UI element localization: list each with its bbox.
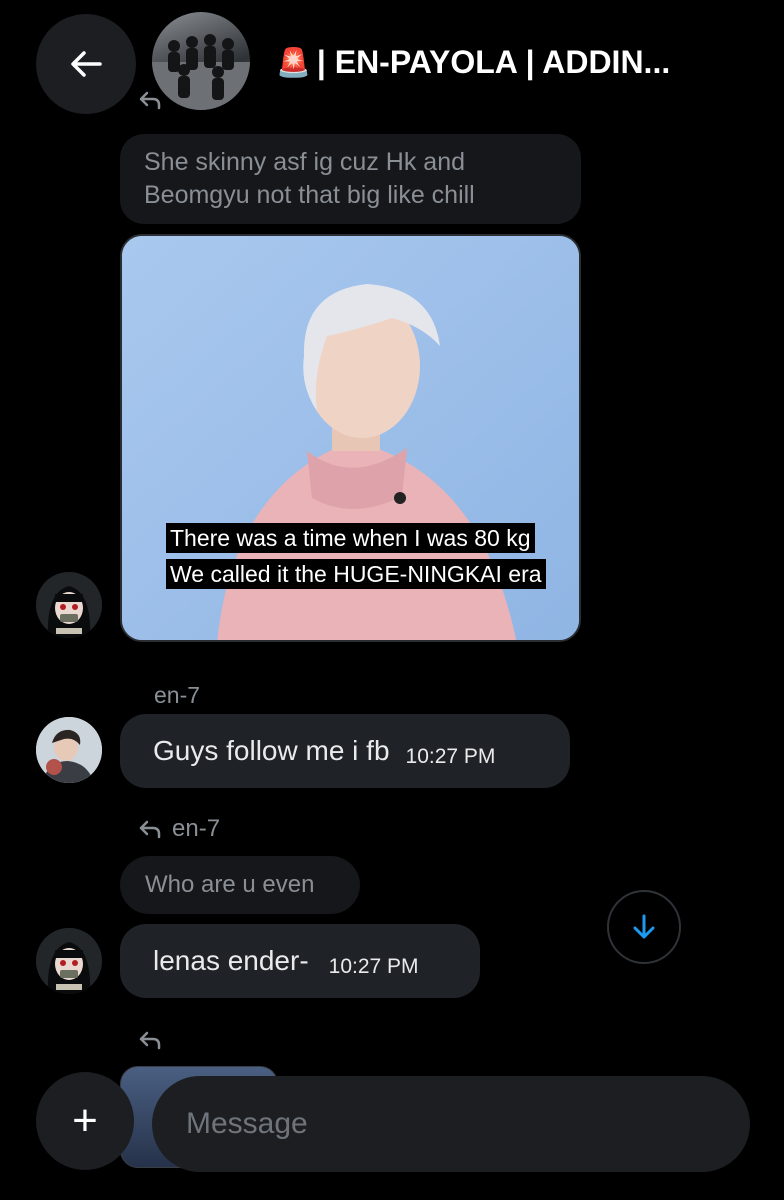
message-bubble[interactable]: Guys follow me i fb 10:27 PM xyxy=(120,714,570,788)
reply-indicator-bottom xyxy=(138,1030,162,1050)
reply-to-name: en-7 xyxy=(172,815,221,842)
reply-indicator-top xyxy=(138,90,162,110)
quoted-message-text: Who are u even xyxy=(145,871,315,898)
anime-avatar-icon xyxy=(36,928,102,994)
group-photo-icon xyxy=(152,34,250,110)
plus-icon: + xyxy=(72,1096,98,1145)
quoted-message[interactable]: Who are u even xyxy=(120,856,360,914)
image-message[interactable]: There was a time when I was 80 kg We cal… xyxy=(120,234,581,642)
group-avatar[interactable] xyxy=(152,12,250,110)
chat-title[interactable]: | EN-PAYOLA | ADDIN... xyxy=(317,44,670,81)
sender-avatar-en7[interactable] xyxy=(36,717,102,783)
reply-indicator: en-7 xyxy=(138,815,220,843)
sender-name: en-7 xyxy=(154,682,201,708)
message-bubble[interactable]: lenas ender- 10:27 PM xyxy=(120,924,480,998)
quoted-message[interactable]: She skinny asf ig cuz Hk and Beomgyu not… xyxy=(120,134,581,224)
message-text: lenas ender- xyxy=(153,945,309,976)
back-arrow-icon xyxy=(71,51,102,77)
image-caption-line-2: We called it the HUGE-NINGKAI era xyxy=(166,559,546,589)
sender-avatar[interactable] xyxy=(36,928,102,994)
reply-icon xyxy=(139,91,161,110)
quoted-message-text: She skinny asf ig cuz Hk and Beomgyu not… xyxy=(144,148,475,209)
arrow-down-icon xyxy=(633,914,655,939)
message-input-placeholder: Message xyxy=(186,1107,308,1140)
anime-avatar-icon xyxy=(36,572,102,638)
back-button[interactable] xyxy=(36,14,136,114)
reply-icon xyxy=(139,1031,161,1050)
message-input[interactable]: Message xyxy=(152,1076,750,1172)
add-attachment-button[interactable]: + xyxy=(36,1072,134,1170)
siren-icon: 🚨 xyxy=(276,47,311,78)
message-time: 10:27 PM xyxy=(328,955,419,978)
message-time: 10:27 PM xyxy=(405,745,496,768)
message-text: Guys follow me i fb xyxy=(153,735,390,766)
person-avatar-icon xyxy=(36,717,102,783)
reply-icon xyxy=(139,820,161,839)
scroll-to-bottom-button[interactable] xyxy=(607,890,681,964)
image-caption-line-1: There was a time when I was 80 kg xyxy=(166,523,535,553)
sender-avatar[interactable] xyxy=(36,572,102,638)
